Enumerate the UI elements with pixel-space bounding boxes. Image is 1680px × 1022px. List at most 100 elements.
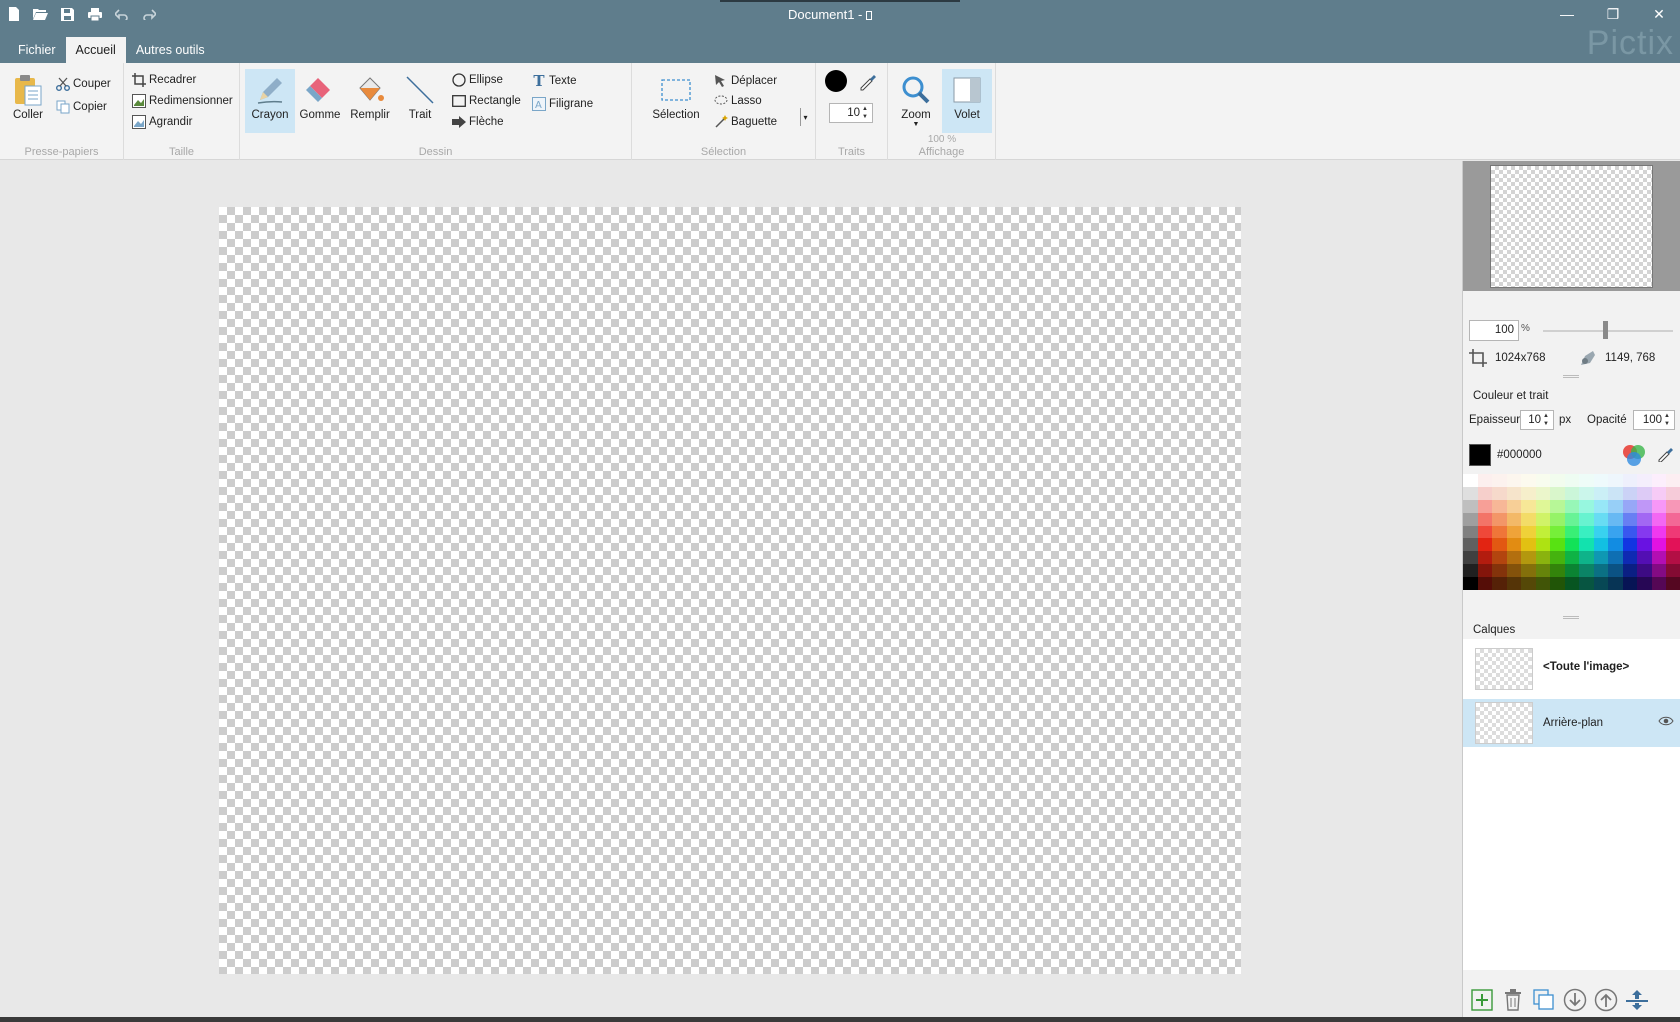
tab-autres-outils[interactable]: Autres outils (126, 37, 215, 63)
spinner-up-icon[interactable]: ▲ (862, 105, 871, 113)
palette-swatch[interactable] (1521, 525, 1536, 539)
move-layer-up-button[interactable] (1593, 987, 1619, 1013)
palette-swatch[interactable] (1579, 499, 1594, 513)
color-wheel-icon[interactable] (1621, 442, 1647, 471)
thickness-down-icon[interactable]: ▼ (1543, 420, 1552, 428)
magic-wand-tool-button[interactable]: Baguette (714, 112, 777, 132)
palette-swatch[interactable] (1535, 499, 1551, 513)
palette-swatch[interactable] (1651, 538, 1667, 552)
line-tool-button[interactable]: Trait (395, 69, 445, 133)
thickness-up-icon[interactable]: ▲ (1543, 412, 1552, 420)
palette-swatch[interactable] (1666, 525, 1680, 539)
palette-swatch[interactable] (1477, 474, 1493, 487)
palette-swatch[interactable] (1463, 512, 1478, 526)
palette-swatch[interactable] (1622, 499, 1638, 513)
palette-swatch[interactable] (1622, 577, 1638, 590)
palette-swatch[interactable] (1666, 474, 1680, 487)
palette-swatch[interactable] (1535, 474, 1551, 487)
palette-swatch[interactable] (1651, 564, 1667, 578)
palette-swatch[interactable] (1506, 551, 1522, 565)
palette-swatch[interactable] (1622, 486, 1638, 500)
palette-swatch[interactable] (1579, 474, 1594, 487)
palette-swatch[interactable] (1506, 512, 1522, 526)
palette-swatch[interactable] (1477, 525, 1493, 539)
pencil-tool-button[interactable]: Crayon (245, 69, 295, 133)
palette-swatch[interactable] (1535, 538, 1551, 552)
palette-swatch[interactable] (1608, 486, 1623, 500)
delete-layer-button[interactable] (1500, 987, 1526, 1013)
opacity-up-icon[interactable]: ▲ (1664, 412, 1673, 420)
color-picker-icon[interactable] (858, 71, 878, 91)
palette-swatch[interactable] (1651, 499, 1667, 513)
palette-swatch[interactable] (1492, 474, 1507, 487)
palette-swatch[interactable] (1492, 577, 1507, 590)
duplicate-layer-button[interactable] (1531, 987, 1557, 1013)
palette-swatch[interactable] (1550, 538, 1565, 552)
palette-swatch[interactable] (1550, 486, 1565, 500)
palette-swatch[interactable] (1506, 564, 1522, 578)
move-tool-button[interactable]: Déplacer (714, 71, 777, 91)
palette-swatch[interactable] (1637, 564, 1652, 578)
palette-swatch[interactable] (1492, 551, 1507, 565)
color-palette[interactable] (1463, 474, 1680, 590)
palette-swatch[interactable] (1622, 525, 1638, 539)
lasso-tool-button[interactable]: Lasso (714, 91, 762, 111)
palette-swatch[interactable] (1477, 538, 1493, 552)
palette-swatch[interactable] (1593, 512, 1609, 526)
palette-swatch[interactable] (1477, 499, 1493, 513)
palette-swatch[interactable] (1666, 564, 1680, 578)
fill-tool-button[interactable]: Remplir (345, 69, 395, 133)
palette-swatch[interactable] (1521, 564, 1536, 578)
cut-button[interactable]: Couper (56, 74, 111, 94)
spinner-arrows[interactable]: ▲ ▼ (862, 105, 871, 121)
paste-button[interactable]: Coller (4, 69, 52, 133)
palette-swatch[interactable] (1608, 551, 1623, 565)
opacity-arrows[interactable]: ▲ ▼ (1664, 412, 1673, 428)
layer-background[interactable]: Arrière-plan (1463, 699, 1680, 747)
palette-swatch[interactable] (1564, 577, 1580, 590)
palette-swatch[interactable] (1463, 564, 1478, 578)
stroke-size-spinner[interactable]: 10 ▲ ▼ (829, 103, 873, 123)
palette-swatch[interactable] (1608, 577, 1623, 590)
palette-swatch[interactable] (1463, 474, 1478, 487)
palette-swatch[interactable] (1579, 577, 1594, 590)
palette-swatch[interactable] (1477, 486, 1493, 500)
palette-swatch[interactable] (1506, 499, 1522, 513)
palette-swatch[interactable] (1579, 486, 1594, 500)
palette-swatch[interactable] (1506, 538, 1522, 552)
palette-swatch[interactable] (1550, 512, 1565, 526)
palette-swatch[interactable] (1608, 512, 1623, 526)
palette-swatch[interactable] (1637, 499, 1652, 513)
palette-swatch[interactable] (1593, 525, 1609, 539)
rectangle-tool-button[interactable]: Rectangle (452, 91, 521, 111)
palette-swatch[interactable] (1637, 577, 1652, 590)
palette-swatch[interactable] (1622, 474, 1638, 487)
palette-swatch[interactable] (1463, 486, 1478, 500)
palette-swatch[interactable] (1593, 486, 1609, 500)
layer-whole-image[interactable]: <Toute l'image> (1463, 643, 1680, 693)
palette-swatch[interactable] (1463, 538, 1478, 552)
palette-swatch[interactable] (1535, 564, 1551, 578)
watermark-tool-button[interactable]: A Filigrane (532, 94, 593, 114)
image-canvas[interactable] (219, 207, 1241, 974)
selection-dropdown-button[interactable]: ▾ (800, 108, 810, 126)
palette-swatch[interactable] (1535, 551, 1551, 565)
palette-swatch[interactable] (1579, 538, 1594, 552)
palette-swatch[interactable] (1593, 538, 1609, 552)
palette-swatch[interactable] (1637, 538, 1652, 552)
text-tool-button[interactable]: T Texte (532, 71, 576, 91)
crop-button[interactable]: Recadrer (132, 70, 196, 90)
palette-swatch[interactable] (1637, 512, 1652, 526)
palette-swatch[interactable] (1506, 525, 1522, 539)
palette-swatch[interactable] (1550, 525, 1565, 539)
palette-swatch[interactable] (1651, 486, 1667, 500)
palette-swatch[interactable] (1651, 525, 1667, 539)
palette-swatch[interactable] (1550, 564, 1565, 578)
copy-button[interactable]: Copier (56, 97, 107, 117)
zoom-input[interactable]: 100 (1469, 320, 1519, 341)
palette-swatch[interactable] (1622, 551, 1638, 565)
splitter-grip[interactable] (1563, 375, 1579, 378)
arrow-tool-button[interactable]: Flèche (452, 112, 504, 132)
palette-swatch[interactable] (1564, 551, 1580, 565)
enlarge-button[interactable]: Agrandir (132, 112, 192, 132)
